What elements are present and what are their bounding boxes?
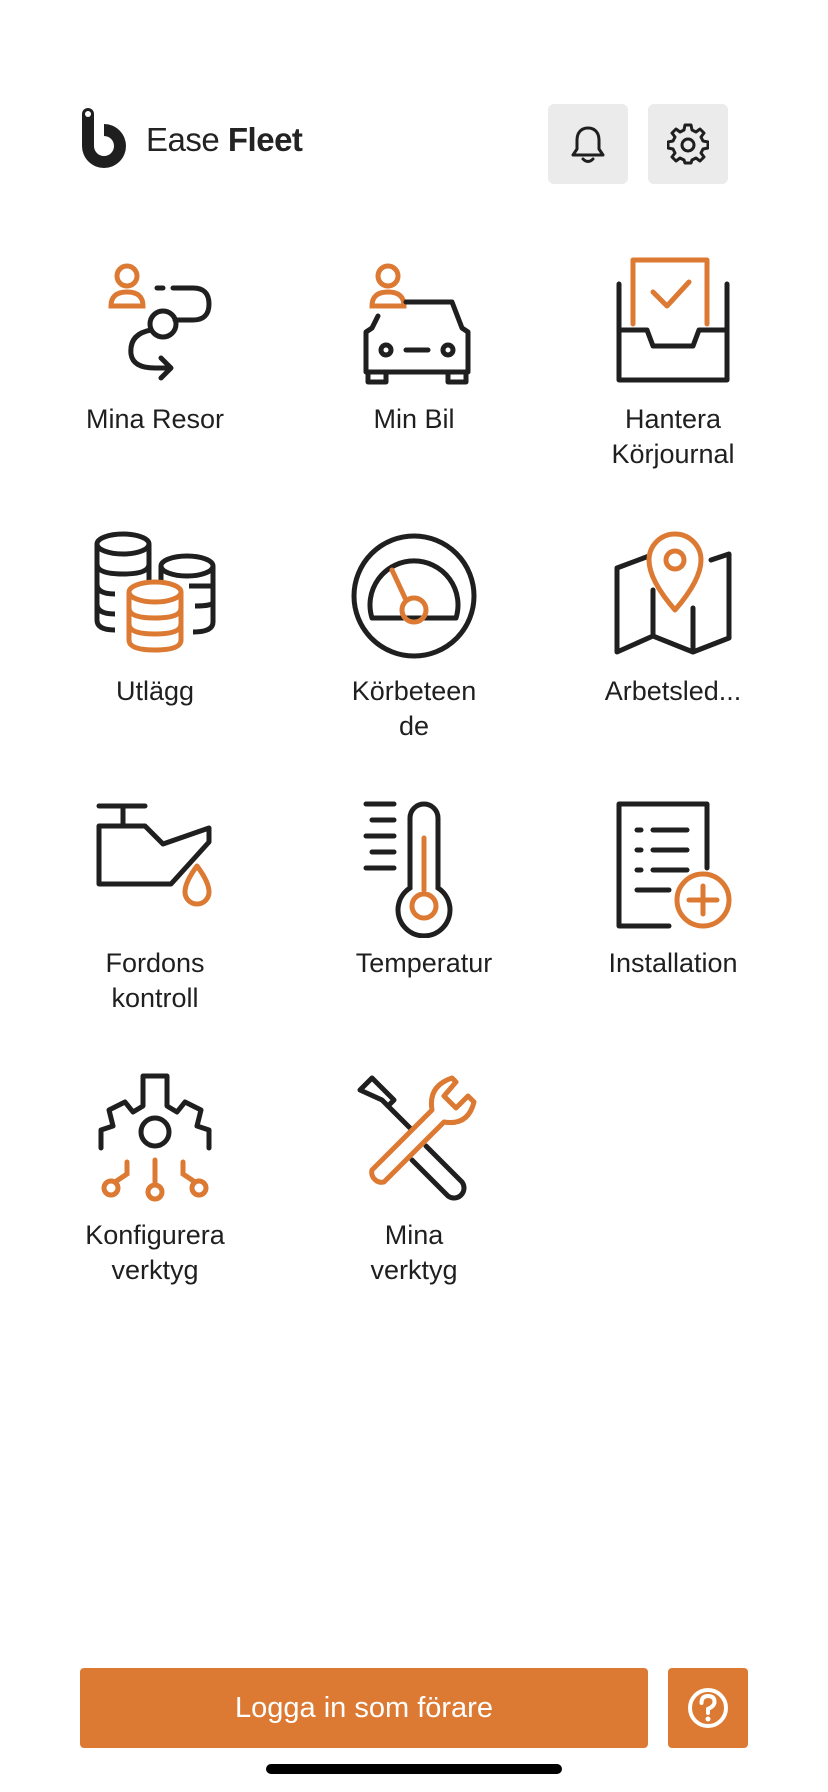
coins-icon (94, 531, 216, 653)
tile-label: Mina verktyg (370, 1220, 458, 1285)
tile-mina-resor[interactable]: Mina Resor (27, 254, 283, 494)
tile-korbeteende[interactable]: Körbeteen de (286, 526, 542, 766)
tile-hantera-korjournal[interactable]: Hantera Körjournal (545, 254, 801, 494)
tile-label: Min Bil (373, 404, 455, 434)
bell-icon (571, 126, 605, 163)
logo-text-light: Ease (146, 121, 220, 158)
tile-utlagg[interactable]: Utlägg (27, 526, 283, 766)
tile-label: Temperatur (355, 948, 493, 978)
tile-label: Fordons kontroll (105, 948, 205, 1013)
map-pin-icon (614, 531, 732, 655)
home-indicator (266, 1764, 562, 1774)
tile-label: Körbeteen de (351, 676, 477, 741)
logo-text-bold: Fleet (227, 121, 303, 158)
ease-fleet-logo: Ease Fleet (78, 108, 303, 172)
tile-min-bil[interactable]: Min Bil (286, 254, 542, 494)
tools-icon (357, 1075, 477, 1201)
settings-button[interactable] (648, 104, 728, 184)
tile-temperatur[interactable]: Temperatur (296, 798, 552, 1038)
tile-arbetsledning[interactable]: Arbetsled... (545, 526, 801, 766)
speedometer-icon (351, 533, 477, 659)
logo-text: Ease Fleet (146, 121, 303, 159)
logo-icon (82, 108, 126, 168)
tile-label: Konfigurera verktyg (85, 1220, 225, 1285)
trips-icon (108, 263, 212, 381)
app-header: Ease Fleet (0, 0, 828, 200)
tile-konfigurera-verktyg[interactable]: Konfigurera verktyg (27, 1070, 283, 1310)
car-icon (363, 263, 471, 385)
tile-label: Utlägg (115, 676, 195, 706)
gear-network-icon (98, 1073, 212, 1202)
tile-label: Arbetsled... (604, 676, 742, 706)
oil-can-icon (96, 803, 212, 907)
thermometer-icon (363, 801, 453, 938)
gear-icon (667, 123, 709, 165)
tile-installation[interactable]: Installation (545, 798, 801, 1038)
help-button[interactable] (668, 1668, 748, 1748)
logbook-inbox-icon (616, 257, 730, 383)
help-circle-icon (688, 1688, 728, 1728)
tile-label: Installation (608, 948, 738, 978)
tile-label: Hantera Körjournal (611, 404, 735, 469)
login-as-driver-button[interactable]: Logga in som förare (80, 1668, 648, 1748)
tile-fordonskontroll[interactable]: Fordons kontroll (27, 798, 283, 1038)
document-add-icon (616, 801, 732, 929)
tile-mina-verktyg[interactable]: Mina verktyg (286, 1070, 542, 1310)
notifications-button[interactable] (548, 104, 628, 184)
tile-label: Mina Resor (85, 404, 225, 434)
